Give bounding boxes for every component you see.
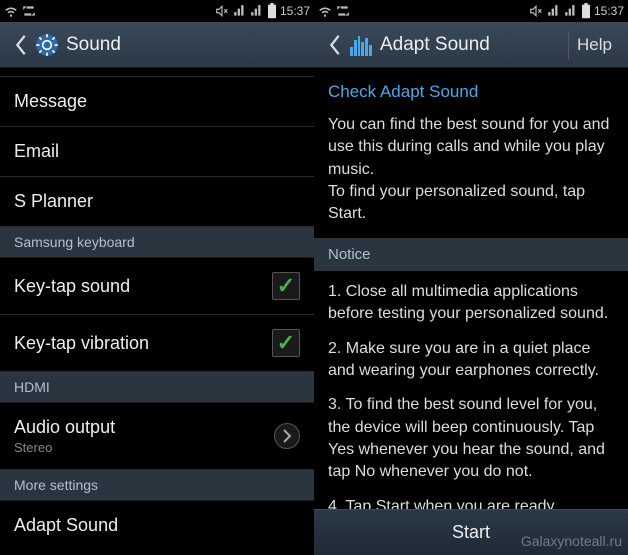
notice-header: Notice (314, 238, 628, 271)
screen-sound-settings: 15:37 Sound Message Email S Planner Sams… (0, 0, 314, 555)
start-label: Start (452, 522, 490, 543)
header-adapt-sound: Adapt Sound Help (314, 22, 628, 68)
signal2-icon (250, 4, 264, 18)
mute-icon (214, 4, 230, 18)
list-item-splanner[interactable]: S Planner (0, 177, 314, 227)
section-more-settings: More settings (0, 470, 314, 501)
signal-icon (547, 4, 561, 18)
checkbox-keytap-vibration[interactable]: ✓ (272, 329, 300, 357)
notice-3: 3. To find the best sound level for you,… (328, 394, 614, 484)
battery-icon (581, 3, 591, 19)
list-item-message[interactable]: Message (0, 77, 314, 127)
item-label: Email (14, 141, 59, 162)
adapt-sound-content[interactable]: Check Adapt Sound You can find the best … (314, 68, 628, 509)
list-item-keytap-sound[interactable]: Key-tap sound ✓ (0, 258, 314, 315)
item-label: S Planner (14, 191, 93, 212)
notice-1: 1. Close all multimedia applications bef… (328, 281, 614, 326)
notice-4: 4. Tap Start when you are ready. (328, 496, 614, 509)
screen-adapt-sound: 15:37 Adapt Sound Help Check Adapt Sound… (314, 0, 628, 555)
item-label: Key-tap sound (14, 276, 130, 297)
header-sound: Sound (0, 22, 314, 68)
item-label: Adapt Sound (14, 515, 118, 536)
section-hdmi: HDMI (0, 372, 314, 403)
checkmark-icon: ✓ (277, 330, 295, 356)
header-title: Sound (66, 34, 306, 56)
status-time: 15:37 (280, 4, 310, 18)
list-item-audio-output[interactable]: Audio output Stereo (0, 403, 314, 470)
status-right: 15:37 (214, 3, 310, 19)
status-time: 15:37 (594, 4, 624, 18)
item-main: Audio output Stereo (14, 417, 115, 455)
status-left (4, 4, 36, 18)
checkmark-icon: ✓ (277, 273, 295, 299)
list-item-adapt-sound[interactable]: Adapt Sound (0, 501, 314, 550)
status-bar: 15:37 (0, 0, 314, 22)
wifi-icon (4, 4, 18, 18)
sound-settings-list[interactable]: Message Email S Planner Samsung keyboard… (0, 68, 314, 555)
wifi-icon (318, 4, 332, 18)
status-bar: 15:37 (314, 0, 628, 22)
check-adapt-sound-title: Check Adapt Sound (328, 80, 614, 104)
notice-2: 2. Make sure you are in a quiet place an… (328, 338, 614, 383)
item-label: Message (14, 91, 87, 112)
battery-icon (267, 3, 277, 19)
header-title: Adapt Sound (380, 34, 568, 56)
back-button[interactable] (322, 34, 348, 56)
settings-gear-icon (34, 32, 60, 58)
sync-icon (336, 4, 350, 18)
chevron-right-icon (274, 423, 300, 449)
checkbox-keytap-sound[interactable]: ✓ (272, 272, 300, 300)
equalizer-icon (348, 32, 374, 58)
section-samsung-keyboard: Samsung keyboard (0, 227, 314, 258)
mute-icon (528, 4, 544, 18)
description-text: You can find the best sound for you and … (328, 114, 614, 226)
list-item-email[interactable]: Email (0, 127, 314, 177)
sync-icon (22, 4, 36, 18)
back-button[interactable] (8, 34, 34, 56)
signal2-icon (564, 4, 578, 18)
start-button[interactable]: Start (314, 509, 628, 555)
list-item-partial[interactable] (0, 68, 314, 77)
status-right: 15:37 (528, 3, 624, 19)
item-sublabel: Stereo (14, 440, 115, 455)
item-label: Key-tap vibration (14, 333, 149, 354)
item-label: Audio output (14, 417, 115, 438)
signal-icon (233, 4, 247, 18)
help-button[interactable]: Help (569, 35, 620, 55)
status-left (318, 4, 350, 18)
list-item-keytap-vibration[interactable]: Key-tap vibration ✓ (0, 315, 314, 372)
